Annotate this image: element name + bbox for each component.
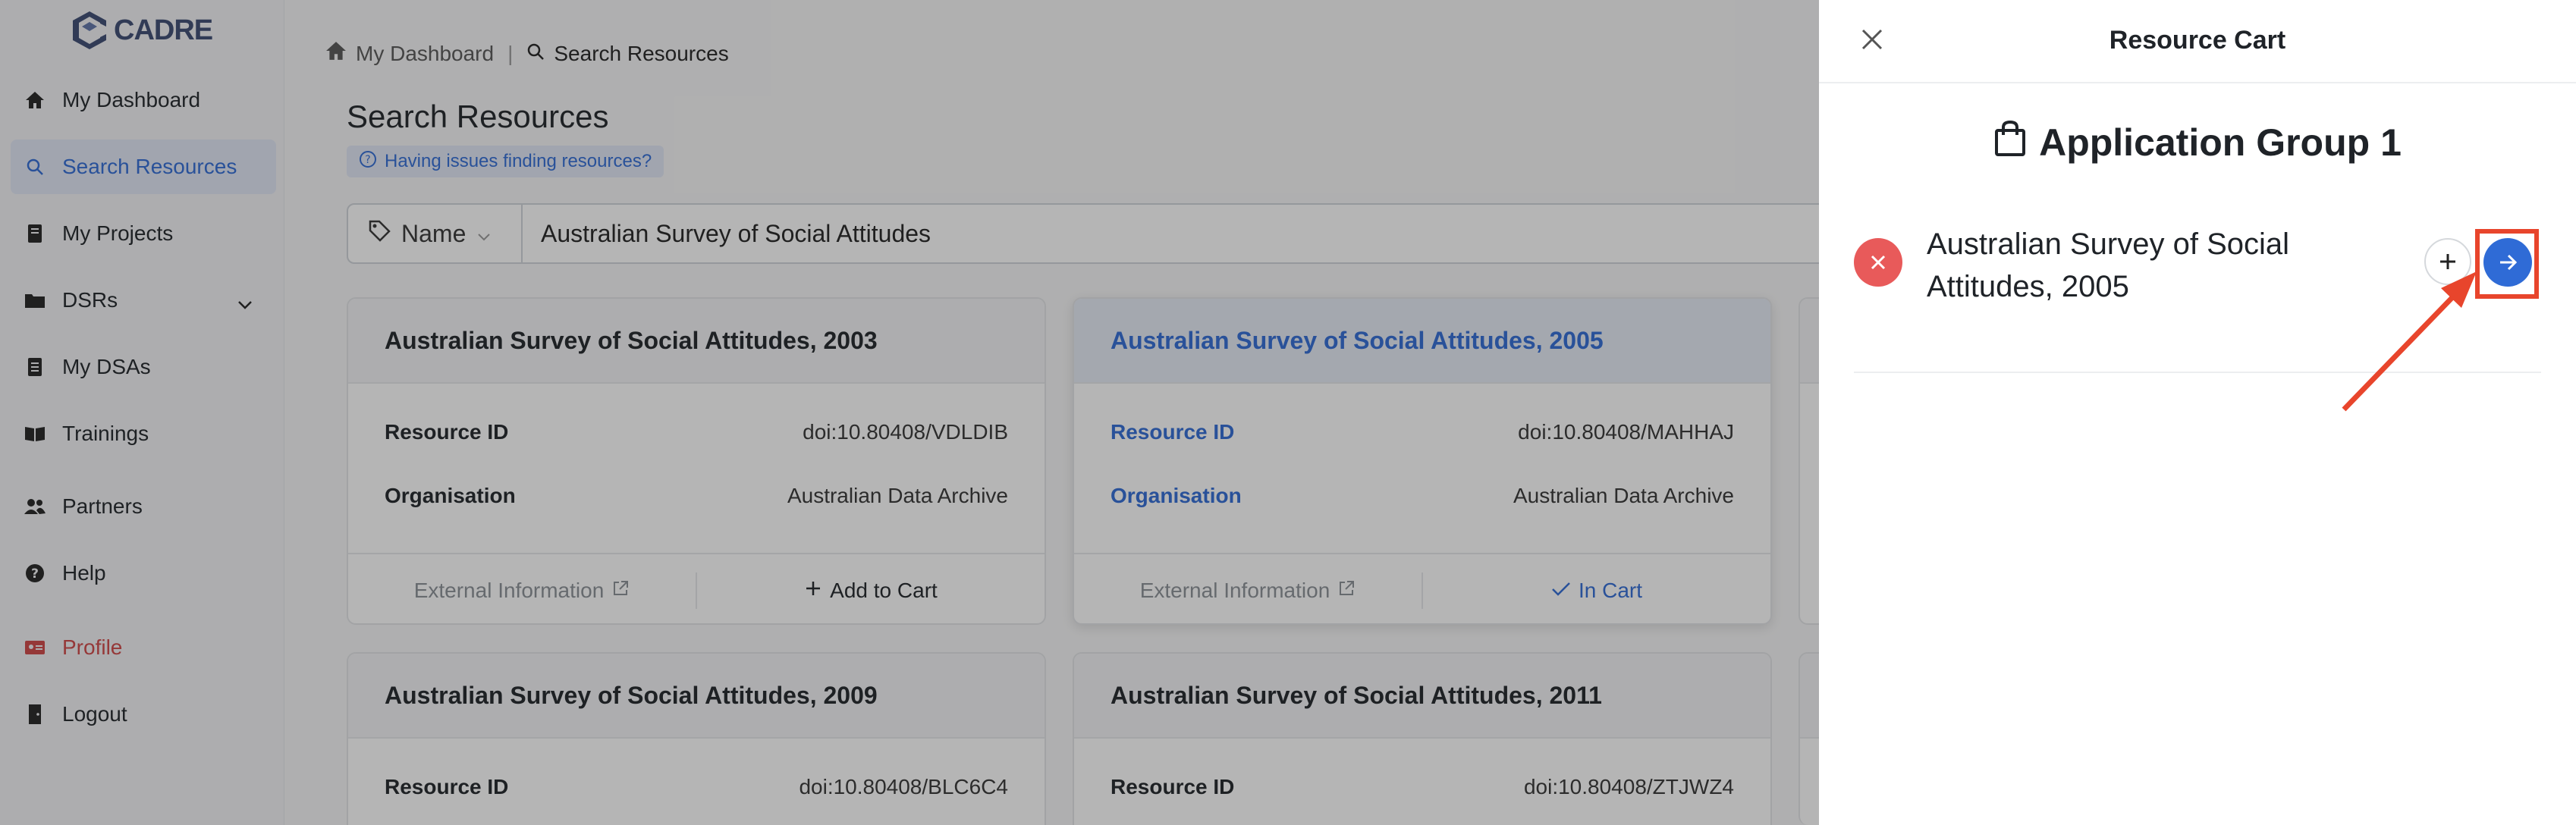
modal-overlay[interactable] [0, 0, 1819, 825]
cart-item-name: Australian Survey of Social Attitudes, 2… [1927, 227, 2290, 303]
remove-item-button[interactable] [1854, 238, 1902, 287]
cart-title: Resource Cart [2109, 26, 2286, 55]
shopping-bag-icon [1993, 120, 2027, 165]
annotation-arrow-icon [2342, 271, 2477, 412]
application-group-label: Application Group 1 [2039, 121, 2402, 164]
cart-header: Resource Cart [1819, 0, 2576, 83]
close-icon [1871, 255, 1886, 270]
application-group-title: Application Group 1 [1819, 120, 2576, 165]
